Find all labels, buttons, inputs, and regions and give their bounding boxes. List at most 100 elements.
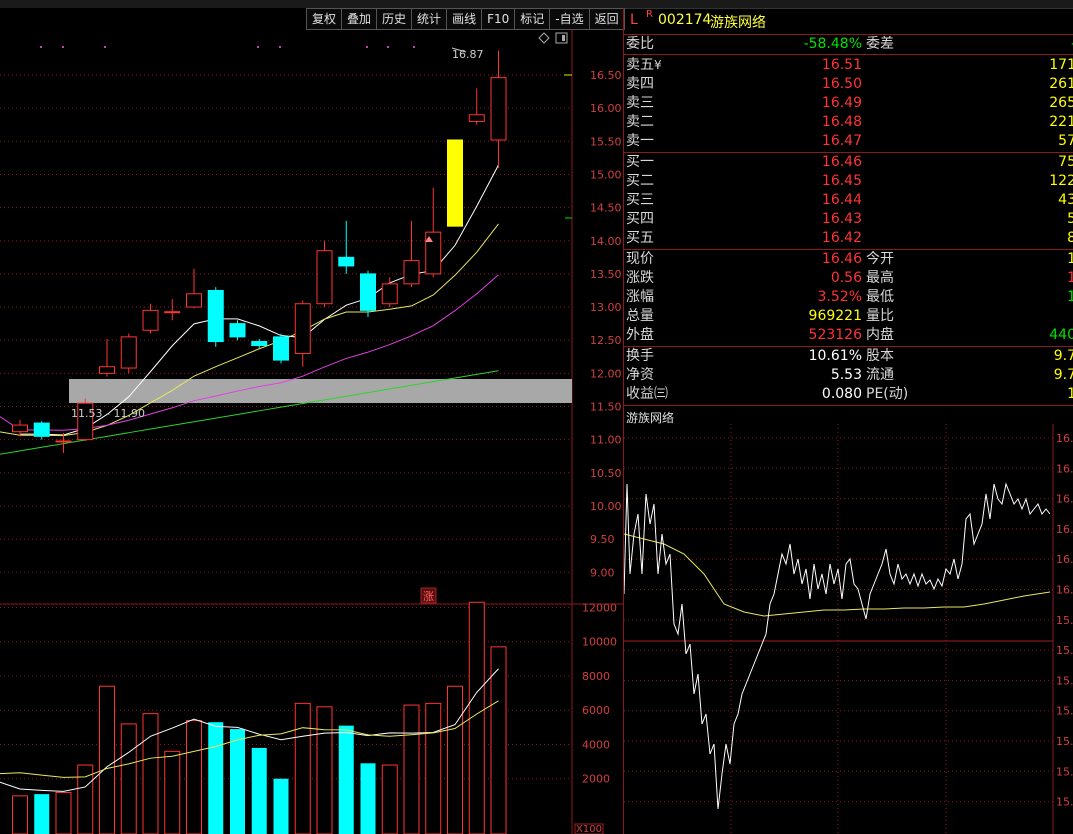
webi-value: -58.48% [803,36,862,52]
event-dot [279,46,281,48]
row-value: 10.61% [808,348,862,364]
row-label: 现价 [626,251,654,267]
volume-bar-up [120,723,137,834]
price-tick-label: 16.50 [590,69,622,82]
stock-code[interactable]: 002174 [658,12,711,28]
intraday-tick-label: 15. [1056,644,1073,657]
row-value: 16.48 [821,114,862,130]
webi-row: 委比 -58.48% 委差 - [624,35,1073,54]
price-tick-label: 14.50 [590,202,622,215]
row-label: 买三 [626,192,654,208]
volume-bar-up [12,795,28,834]
intraday-tick-label: 15. [1056,705,1073,718]
toolbar-button-0[interactable]: 复权 [306,8,343,30]
candle-body-up [120,336,137,369]
row-value: 16.49 [821,95,862,111]
quote-row: 外盘 523126 内盘 440 [624,326,1073,345]
row-value: 0.080 [821,386,862,402]
price-tick-label: 11.00 [590,434,622,447]
toolbar-button-1[interactable]: 叠加 [341,8,378,30]
intraday-tick-label: 15. [1056,614,1073,627]
price-tick-label: 13.50 [590,268,622,281]
row-value-2: 1 [1067,289,1073,305]
flag-l: L [630,12,638,28]
row-value: 3.52% [817,289,862,305]
intraday-tick-label: 16. [1056,493,1073,506]
price-tick-label: 10.50 [590,467,622,480]
quote-row: 卖五 ¥16.51 171 [624,56,1073,75]
quote-row: 买三 16.44 43 [624,191,1073,210]
row-value-2: 1 [1067,386,1073,402]
row-label: 买四 [626,211,654,227]
quote-row: 涨跌 0.56 最高 1 [624,269,1073,288]
price-tick-label: 14.00 [590,235,622,248]
row-volume: 8 [1067,230,1073,246]
webi-label: 委比 [626,36,654,52]
kline-chart: 16.50 16.00 15.50 15.00 14.50 14.00 13.50 13.00… [0,8,623,834]
volume-bar-down [338,725,354,834]
price-tick-label: 16.00 [590,102,622,115]
quote-row: 净资 5.53 流通 9.7 [624,366,1073,385]
row-label-2: 流通 [866,367,894,383]
quote-row: 买四 16.43 5 [624,210,1073,229]
row-label: 涨幅 [626,289,654,305]
row-label: 涨跌 [626,270,654,286]
volume-bar-down [360,763,376,834]
quote-row: 涨幅 3.52% 最低 1 [624,288,1073,307]
volume-tick-label: 12000 [582,601,617,614]
volume-bar-up [381,764,398,834]
volume-bar-up [164,750,181,834]
toolbar-button-3[interactable]: 统计 [411,8,448,30]
divider [624,405,1073,406]
price-tick-label: 9.50 [590,533,615,546]
toolbar-button-8[interactable]: 返回 [588,8,625,30]
quote-row: 卖二 16.48 221 [624,113,1073,132]
flag-r: R [646,9,653,20]
intraday-tick-labels: 16. 16. 16. 16. 16. 16. 15. 15. 15. 15. 15. 15. 15. [1056,432,1073,809]
row-label: 净资 [626,367,654,383]
row-label: 卖四 [626,76,654,92]
toolbar-button-5[interactable]: F10 [481,8,516,30]
quote-row: 买二 16.45 122 [624,172,1073,191]
row-label: 买二 [626,173,654,189]
volume-bar-up [316,706,333,834]
row-volume: 171 [1049,57,1073,73]
row-label: 收益㈢ [626,386,668,402]
candle-body-down [229,323,246,338]
high-marker-label: 16.87 [452,48,484,61]
row-value: 523126 [808,327,862,343]
toolbar-button-4[interactable]: 画线 [446,8,483,30]
volume-bar-down [273,778,289,834]
candle-body-up [294,303,311,354]
candle-body-down [338,256,355,267]
stock-name[interactable]: 游族网络 [710,12,766,32]
event-dot [387,46,389,48]
event-dot [40,46,42,48]
row-label: 卖五 [626,57,654,73]
price-tick-label: 10.00 [590,500,622,513]
toolbar-button-7[interactable]: -自选 [549,8,590,30]
volume-bar-down [230,729,245,834]
price-tick-label: 12.50 [590,334,622,347]
volume-bar-up [186,719,202,834]
row-label: 买一 [626,154,654,170]
candle-body-down [360,273,376,311]
volume-tick-label: 6000 [582,704,610,717]
quote-row: 总量 969221 量比 [624,307,1073,326]
row-value-2: 9.7 [1053,367,1073,383]
toolbar-button-2[interactable]: 历史 [376,8,413,30]
candle-body-up [381,283,398,305]
price-tick-label: 13.00 [590,301,622,314]
row-value: 16.44 [821,192,862,208]
row-label-2: 最高 [866,270,894,286]
ma-value-label: 11.53 - 11.90 [71,407,145,420]
candle-body-down [251,341,268,347]
volume-tick-label: 8000 [582,670,610,683]
price-tick-label: 15.50 [590,135,622,148]
toolbar-button-6[interactable]: 标记 [514,8,551,30]
intraday-tick-label: 15. [1056,796,1073,809]
row-label-2: 今开 [866,251,894,267]
price-tick-label: 12.00 [590,367,622,380]
candle-body-down [273,336,289,361]
row-volume: 261 [1049,76,1073,92]
